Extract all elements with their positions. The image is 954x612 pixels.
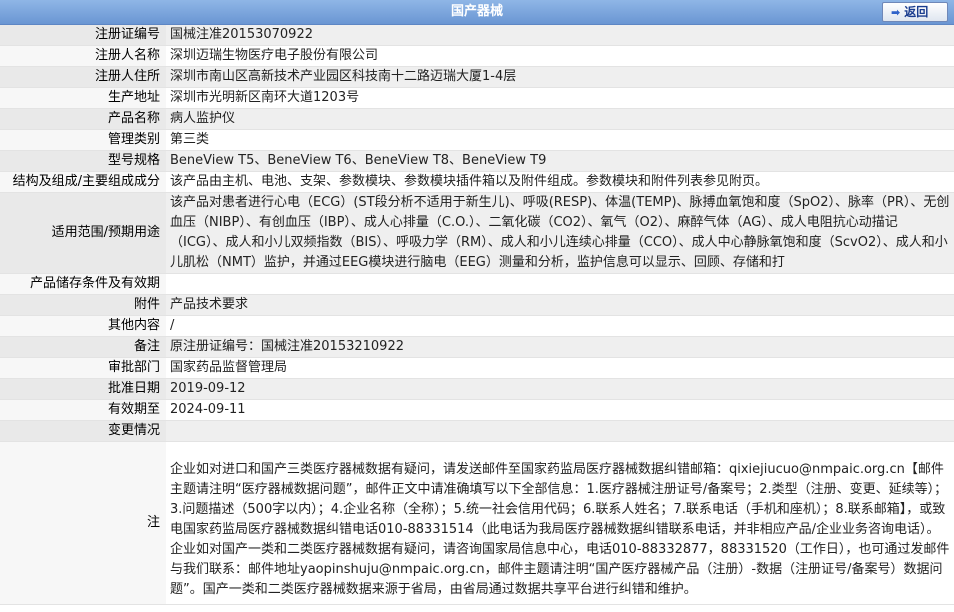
table-row: 注册证编号 国械注准20153070922: [0, 25, 954, 46]
row-value: 国家药品监督管理局: [166, 357, 954, 379]
row-label: 注册人住所: [0, 66, 166, 88]
row-label: 注册证编号: [0, 25, 166, 46]
table-row: 审批部门 国家药品监督管理局: [0, 357, 954, 379]
table-row: 其他内容 /: [0, 315, 954, 337]
detail-table: 注册证编号 国械注准20153070922 注册人名称 深圳迈瑞生物医疗电子股份有限…: [0, 25, 954, 605]
row-value: 深圳迈瑞生物医疗电子股份有限公司: [166, 45, 954, 67]
table-row: 生产地址 深圳市光明新区南环大道1203号: [0, 87, 954, 109]
table-row: 批准日期 2019-09-12: [0, 378, 954, 400]
row-value: 2024-09-11: [166, 399, 954, 421]
table-row: 产品名称 病人监护仪: [0, 108, 954, 130]
row-value: 原注册证编号：国械注准20153210922: [166, 336, 954, 358]
page-title: 国产器械: [450, 4, 503, 19]
table-row: 管理类别 第三类: [0, 129, 954, 151]
table-row: 附件 产品技术要求: [0, 294, 954, 316]
row-value: 国械注准20153070922: [166, 25, 954, 46]
table-row: 注企业如对进口和国产三类医疗器械数据有疑问，请发送邮件至国家药监局医疗器械数据纠…: [0, 441, 954, 605]
row-value: [166, 273, 954, 295]
row-label: 附件: [0, 294, 166, 316]
row-value: 深圳市南山区高新技术产业园区科技南十二路迈瑞大厦1-4层: [166, 66, 954, 88]
row-label: 批准日期: [0, 378, 166, 400]
row-label: 适用范围/预期用途: [0, 192, 166, 274]
table-row: 注册人名称 深圳迈瑞生物医疗电子股份有限公司: [0, 45, 954, 67]
table-row: 变更情况: [0, 420, 954, 442]
row-label: 其他内容: [0, 315, 166, 337]
row-value: 第三类: [166, 129, 954, 151]
row-label: 注册人名称: [0, 45, 166, 67]
arrow-right-icon: ➡: [891, 6, 901, 19]
row-label: 变更情况: [0, 420, 166, 442]
row-label: 型号规格: [0, 150, 166, 172]
row-value: BeneView T5、BeneView T6、BeneView T8、Bene…: [166, 150, 954, 172]
row-label: 管理类别: [0, 129, 166, 151]
row-label: 生产地址: [0, 87, 166, 109]
row-label: 产品名称: [0, 108, 166, 130]
row-value: 产品技术要求: [166, 294, 954, 316]
row-value: 该产品由主机、电池、支架、参数模块、参数模块插件箱以及附件组成。参数模块和附件列…: [166, 171, 954, 193]
table-row: 产品储存条件及有效期: [0, 273, 954, 295]
row-label: 注: [0, 441, 166, 605]
row-value: 2019-09-12: [166, 378, 954, 400]
table-row: 注册人住所 深圳市南山区高新技术产业园区科技南十二路迈瑞大厦1-4层: [0, 66, 954, 88]
note-text: 企业如对进口和国产三类医疗器械数据有疑问，请发送邮件至国家药监局医疗器械数据纠错…: [166, 441, 954, 605]
row-value: 深圳市光明新区南环大道1203号: [166, 87, 954, 109]
back-button[interactable]: ➡ 返回: [882, 2, 948, 22]
row-value: 该产品对患者进行心电（ECG）(ST段分析不适用于新生儿)、呼吸(RESP)、体…: [166, 192, 954, 274]
row-label: 产品储存条件及有效期: [0, 273, 166, 295]
table-row: 备注 原注册证编号：国械注准20153210922: [0, 336, 954, 358]
row-label: 备注: [0, 336, 166, 358]
back-button-label: 返回: [904, 5, 929, 19]
table-row: 结构及组成/主要组成成分 该产品由主机、电池、支架、参数模块、参数模块插件箱以及附…: [0, 171, 954, 193]
row-value: [166, 420, 954, 442]
table-row: 适用范围/预期用途 该产品对患者进行心电（ECG）(ST段分析不适用于新生儿)、呼…: [0, 192, 954, 274]
row-label: 有效期至: [0, 399, 166, 421]
row-value: 病人监护仪: [166, 108, 954, 130]
table-row: 型号规格 BeneView T5、BeneView T6、BeneView T8、…: [0, 150, 954, 172]
row-value: /: [166, 315, 954, 337]
row-label: 结构及组成/主要组成成分: [0, 171, 166, 193]
row-label: 审批部门: [0, 357, 166, 379]
table-row: 有效期至 2024-09-11: [0, 399, 954, 421]
title-bar: 国产器械 ➡ 返回: [0, 0, 954, 25]
